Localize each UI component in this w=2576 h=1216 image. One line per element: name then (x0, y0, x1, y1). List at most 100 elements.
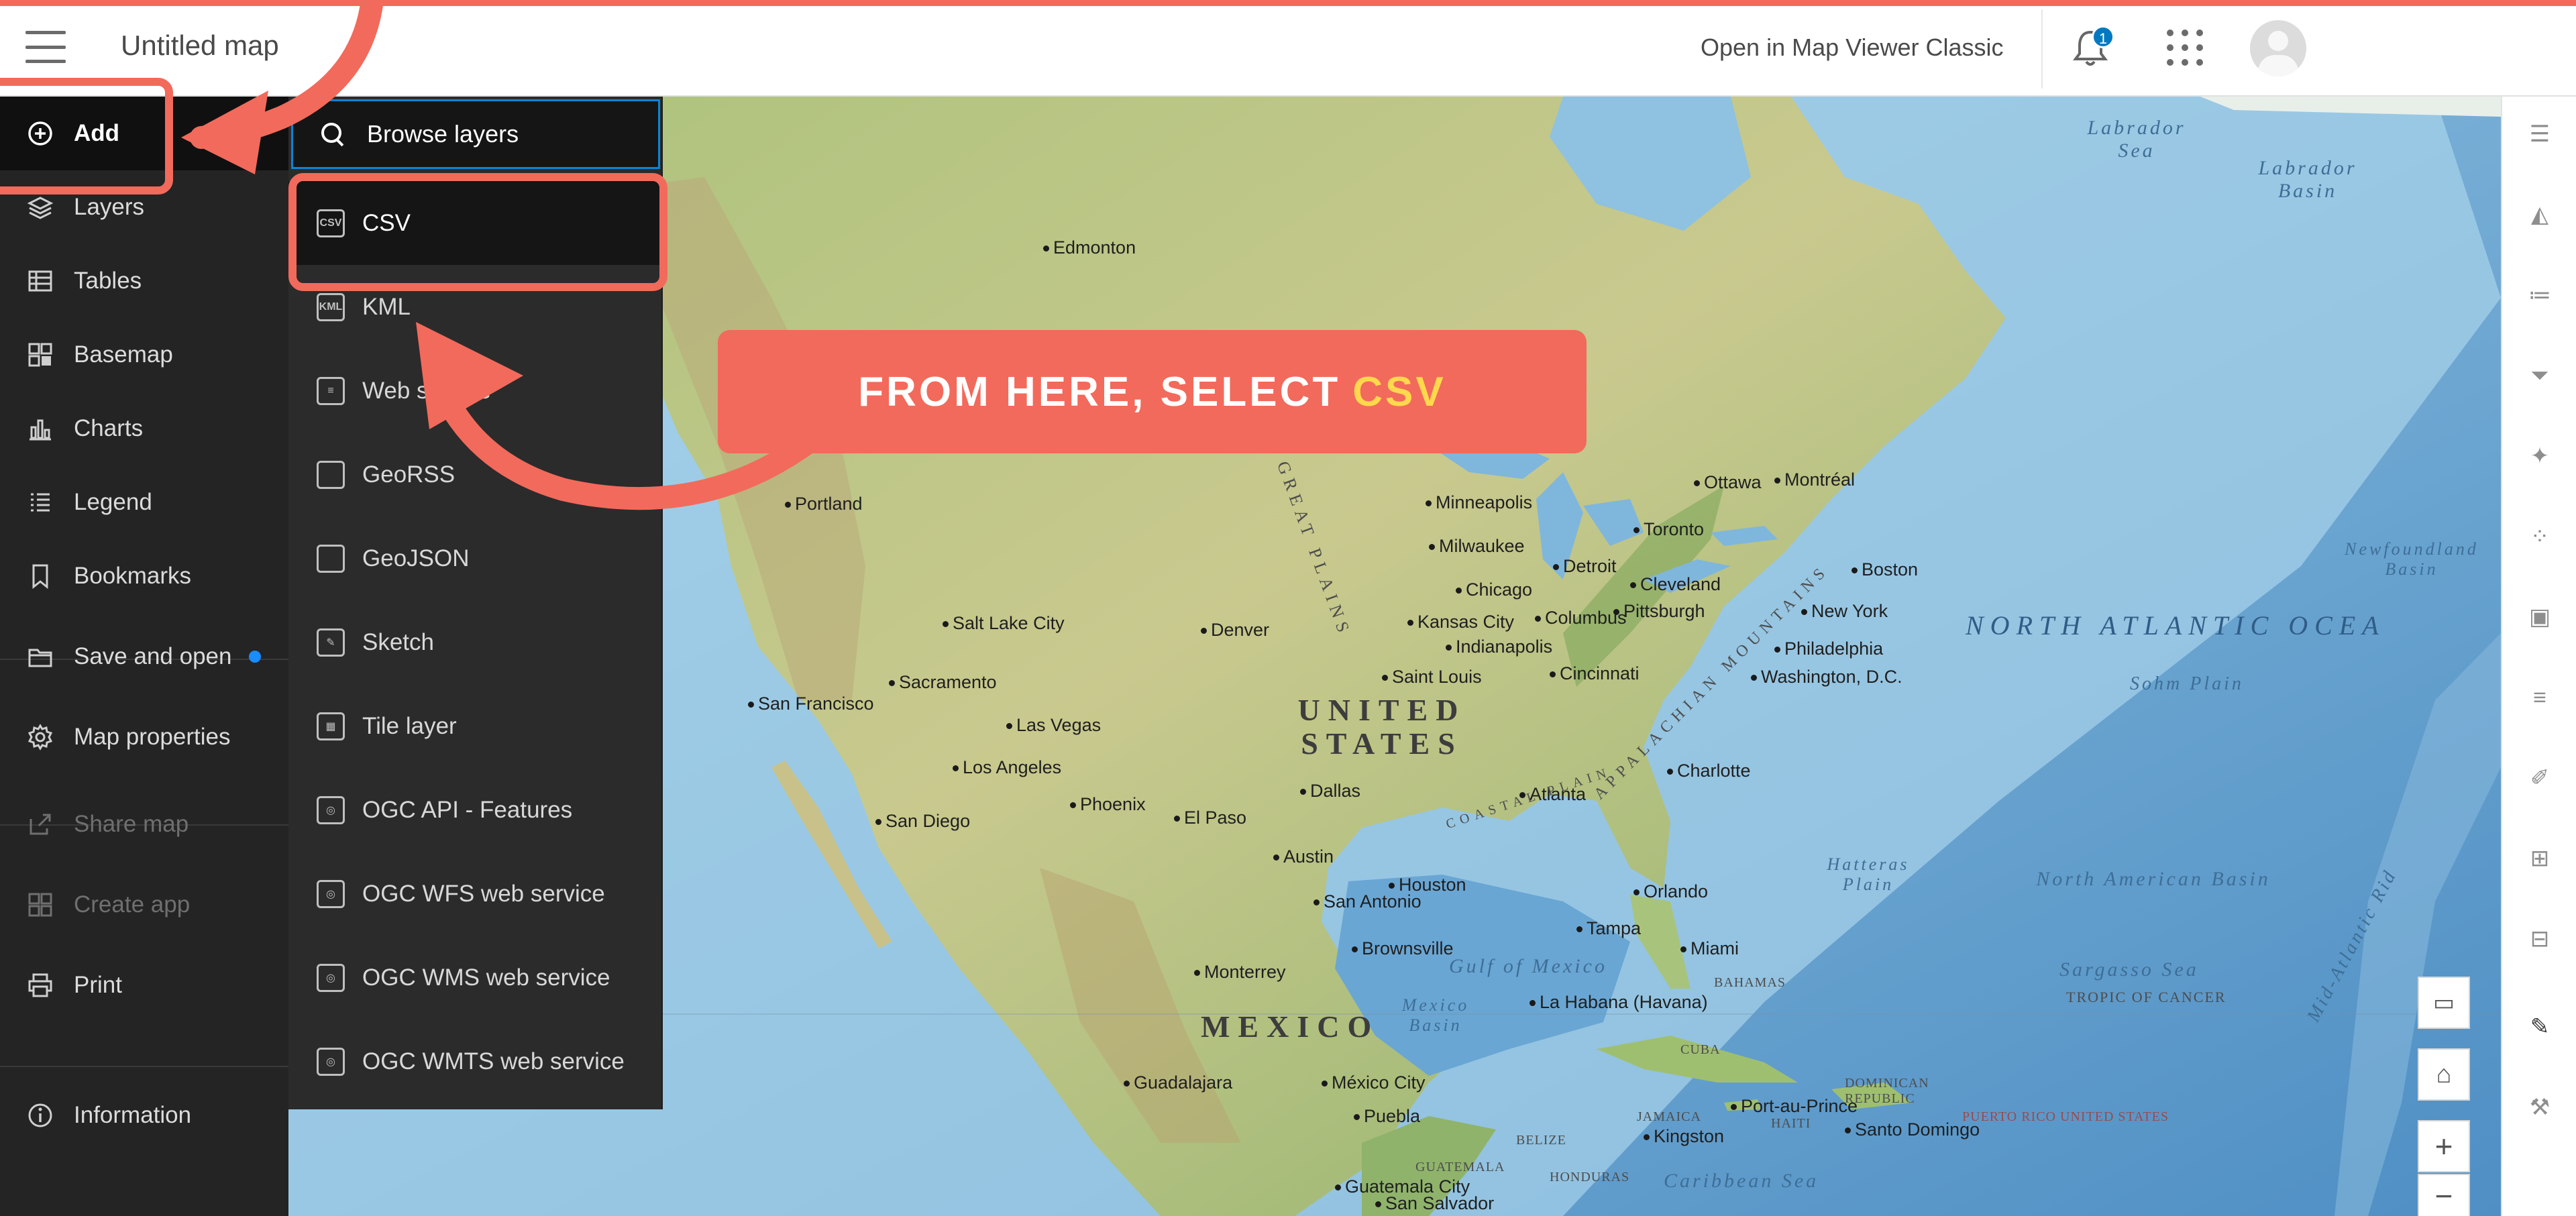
popups-icon[interactable]: ▣ (2525, 602, 2555, 632)
sea-label: Hatteras Plain (1827, 854, 1910, 894)
sidebar-item-create-app[interactable]: Create app (0, 868, 288, 942)
add-option-label: OGC WMS web service (362, 964, 610, 991)
country-label: UNITED STATES (1297, 693, 1466, 761)
city-label: New York (1801, 601, 1888, 622)
sketch-icon: ✎ (317, 628, 345, 657)
gear-icon (25, 722, 55, 752)
sidebar-item-label: Layers (74, 194, 145, 220)
analysis-icon[interactable]: ⊞ (2525, 844, 2555, 873)
ogc-icon: ◎ (317, 879, 345, 908)
home-button[interactable]: ⌂ (2418, 1048, 2470, 1101)
filter-icon[interactable]: ⏷ (2525, 361, 2555, 390)
callout-highlight: CSV (1352, 368, 1446, 415)
sidebar-item-save-and-open[interactable]: Save and open (0, 620, 288, 694)
sidebar-item-label: Create app (74, 891, 191, 918)
app-launcher-icon[interactable] (2167, 30, 2203, 66)
city-label: Edmonton (1043, 237, 1136, 258)
city-label: Dallas (1300, 781, 1360, 802)
browse-layers-button[interactable]: Browse layers (291, 99, 660, 169)
country-label: GUATEMALA (1415, 1160, 1505, 1174)
ogc-icon: ◎ (317, 1047, 345, 1076)
add-option-label: KML (362, 293, 411, 320)
city-label: Detroit (1553, 556, 1617, 577)
highlight-csv-box (288, 173, 667, 291)
bookmark-icon (25, 561, 55, 591)
configure-icon[interactable]: ⚒ (2525, 1093, 2555, 1122)
tropic-label: TROPIC OF CANCER (2066, 989, 2226, 1005)
map-title[interactable]: Untitled map (121, 30, 279, 62)
sketch-icon[interactable]: ✎ (2525, 1012, 2555, 1042)
sidebar-item-bookmarks[interactable]: Bookmarks (0, 539, 288, 613)
add-option-geojson[interactable]: GeoJSON (288, 516, 663, 600)
clustering-icon[interactable]: ⁘ (2525, 522, 2555, 551)
ogc-icon: ◎ (317, 963, 345, 992)
city-label: El Paso (1174, 808, 1246, 828)
city-label: Monterrey (1194, 962, 1286, 983)
add-option-tile-layer[interactable]: ▦ Tile layer (288, 684, 663, 768)
styles-icon[interactable]: ◭ (2525, 200, 2555, 229)
create-app-icon (25, 890, 55, 920)
sidebar-item-label: Save and open (74, 643, 232, 669)
add-option-ogc-wfs[interactable]: ◎ OGC WFS web service (288, 852, 663, 936)
sea-label: Sohm Plain (2130, 673, 2244, 694)
instruction-callout: FROM HERE, SELECT CSV (718, 330, 1587, 453)
display-settings-button[interactable]: ▭ (2418, 977, 2470, 1029)
add-option-sketch[interactable]: ✎ Sketch (288, 600, 663, 684)
sea-label: North American Basin (2036, 868, 2271, 890)
sidebar-item-basemap[interactable]: Basemap (0, 318, 288, 392)
city-label: Columbus (1535, 608, 1627, 628)
chart-icon (25, 414, 55, 443)
add-option-ogc-wmts[interactable]: ◎ OGC WMTS web service (288, 1019, 663, 1103)
layers-icon (25, 192, 55, 222)
layer-icon (317, 544, 345, 573)
city-label: Philadelphia (1774, 639, 1883, 659)
header-divider (2041, 9, 2043, 89)
user-avatar[interactable] (2250, 20, 2306, 76)
fields-icon[interactable]: ≔ (2525, 280, 2555, 310)
sidebar-item-legend[interactable]: Legend (0, 465, 288, 539)
sidebar-item-label: Bookmarks (74, 563, 192, 589)
labels-icon[interactable]: ≡ (2525, 683, 2555, 712)
open-map-viewer-classic-link[interactable]: Open in Map Viewer Classic (1701, 34, 2004, 62)
add-option-label: OGC WFS web service (362, 880, 605, 907)
add-option-web-service[interactable]: ≡ Web service (288, 349, 663, 433)
city-label: Toronto (1633, 519, 1704, 540)
add-option-ogc-wms[interactable]: ◎ OGC WMS web service (288, 936, 663, 1019)
browse-layers-label: Browse layers (367, 120, 519, 148)
unsaved-indicator-dot (249, 651, 262, 663)
sidebar-item-tables[interactable]: Tables (0, 244, 288, 318)
add-option-label: Sketch (362, 628, 434, 655)
sidebar-item-map-properties[interactable]: Map properties (0, 700, 288, 774)
city-label: Saint Louis (1382, 667, 1482, 687)
city-label: Kansas City (1407, 612, 1514, 632)
add-option-label: GeoRSS (362, 461, 455, 488)
ogc-icon: ◎ (317, 795, 345, 824)
add-option-ogc-api-features[interactable]: ◎ OGC API - Features (288, 768, 663, 852)
city-label: Chicago (1456, 579, 1532, 600)
sidebar-item-information[interactable]: Information (0, 1079, 288, 1152)
edit-icon[interactable]: ✐ (2525, 763, 2555, 793)
sidebar-item-share-map[interactable]: Share map (0, 787, 288, 861)
legend-icon (25, 488, 55, 517)
country-label: BELIZE (1516, 1133, 1566, 1148)
sidebar-item-charts[interactable]: Charts (0, 392, 288, 465)
properties-icon[interactable]: ☰ (2525, 119, 2555, 149)
city-label: San Diego (875, 811, 970, 832)
sidebar-item-print[interactable]: Print (0, 948, 288, 1022)
add-option-label: GeoJSON (362, 545, 470, 571)
zoom-out-button[interactable]: − (2418, 1174, 2470, 1216)
country-label: BAHAMAS (1714, 975, 1786, 990)
city-label: Salt Lake City (943, 613, 1065, 634)
zoom-in-button[interactable]: + (2418, 1120, 2470, 1172)
sidebar-item-label: Print (74, 972, 122, 998)
sidebar-item-label: Tables (74, 268, 142, 294)
city-label: Milwaukee (1429, 536, 1525, 557)
kml-file-icon: KML (317, 292, 345, 321)
city-label: Santo Domingo (1845, 1119, 1980, 1140)
add-option-label: OGC WMTS web service (362, 1048, 625, 1074)
hamburger-menu-icon[interactable] (25, 31, 66, 63)
add-option-georss[interactable]: GeoRSS (288, 433, 663, 516)
city-label: Miami (1680, 938, 1739, 959)
forms-icon[interactable]: ⊟ (2525, 924, 2555, 954)
effects-icon[interactable]: ✦ (2525, 441, 2555, 471)
